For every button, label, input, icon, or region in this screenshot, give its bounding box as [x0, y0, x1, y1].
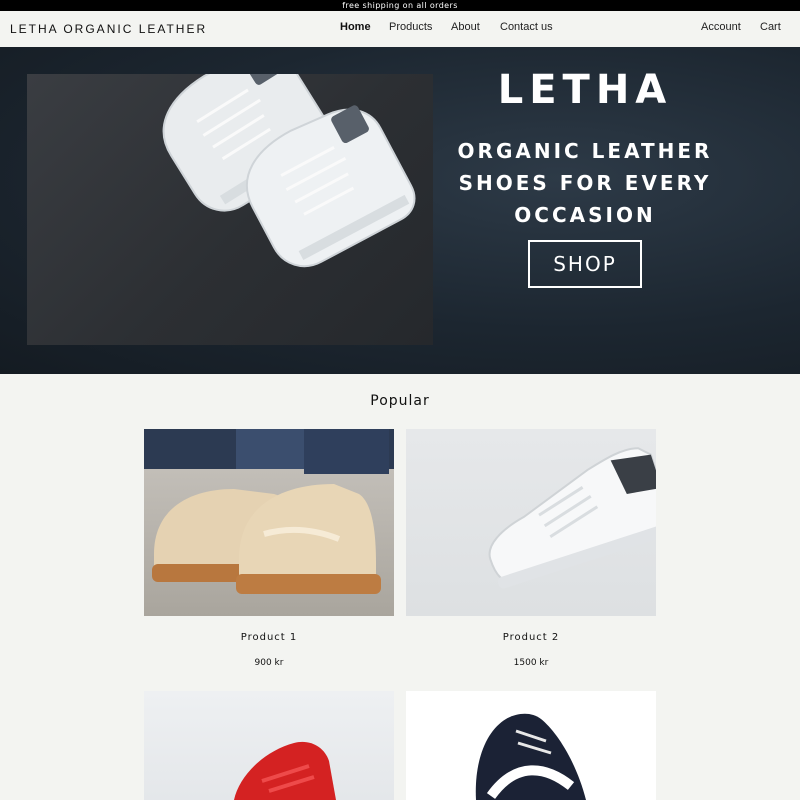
white-sneakers-hero-image [27, 47, 433, 345]
shop-button[interactable]: SHOP [528, 240, 642, 288]
brand-logo[interactable]: LETHA ORGANIC LEATHER [10, 22, 207, 36]
white-sneaker-image[interactable] [406, 429, 656, 616]
navy-puma-sneaker-image[interactable] [406, 691, 656, 800]
nav-products[interactable]: Products [389, 21, 432, 33]
hero-banner: LETHA ORGANIC LEATHER SHOES FOR EVERY OC… [0, 47, 800, 374]
nav-home[interactable]: Home [340, 21, 371, 33]
nav-cart[interactable]: Cart [760, 21, 781, 33]
tan-high-top-sneakers-image[interactable] [144, 429, 394, 616]
hero-title: LETHA [497, 67, 673, 113]
nav-contact[interactable]: Contact us [500, 21, 553, 33]
red-high-top-sneaker-image[interactable] [144, 691, 394, 800]
popular-heading: Popular [370, 393, 430, 409]
announcement-bar: free shipping on all orders [0, 0, 800, 11]
product-1-name[interactable]: Product 1 [144, 632, 394, 643]
product-2-name[interactable]: Product 2 [406, 632, 656, 643]
hero-subtitle: ORGANIC LEATHER SHOES FOR EVERY OCCASION [457, 139, 713, 227]
header-nav: LETHA ORGANIC LEATHER Home Products Abou… [0, 11, 800, 47]
product-2-price: 1500 kr [513, 658, 549, 668]
product-1-price: 900 kr [254, 658, 284, 668]
nav-about[interactable]: About [451, 21, 480, 33]
nav-account[interactable]: Account [701, 21, 741, 33]
